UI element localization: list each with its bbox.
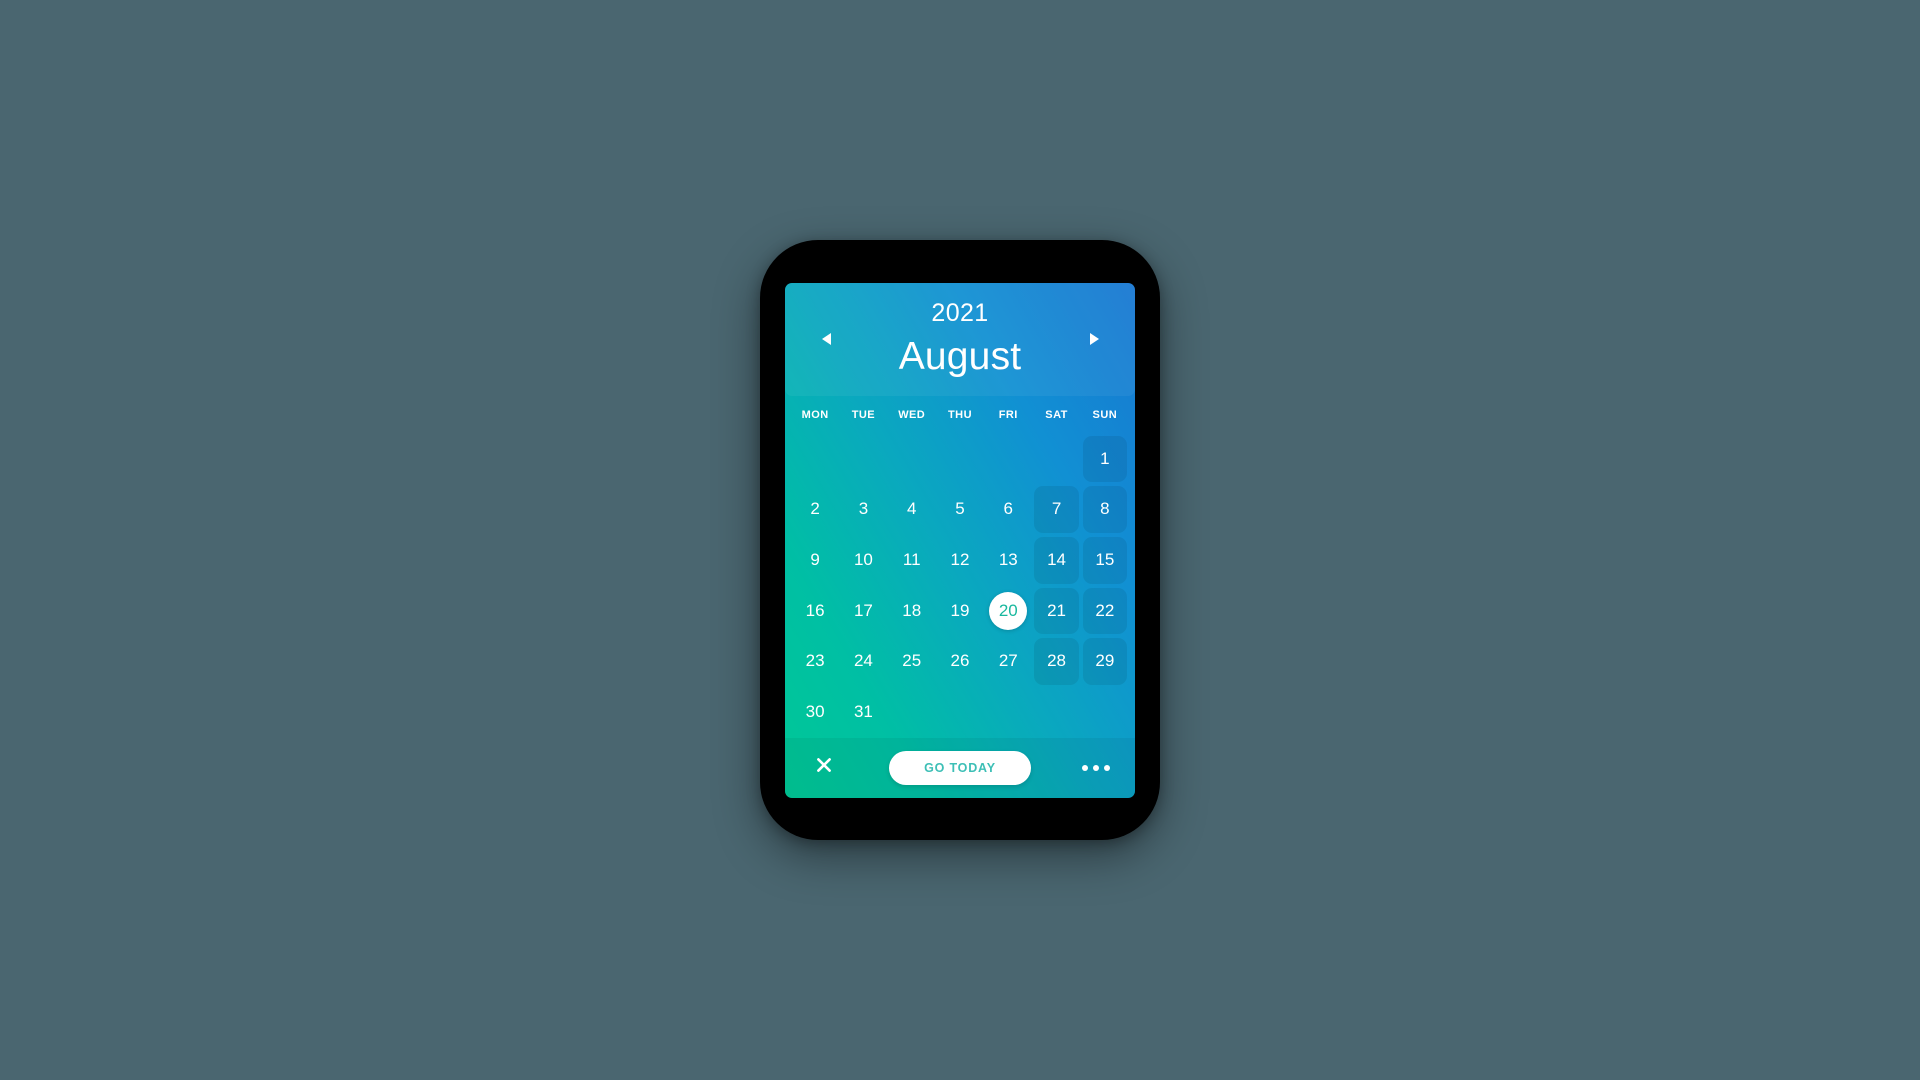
day-number: 21: [1047, 600, 1067, 620]
day-number: 12: [950, 550, 970, 570]
day-number: 8: [1100, 499, 1110, 519]
day-cell[interactable]: 12: [936, 535, 984, 586]
day-cell-empty: [791, 434, 839, 485]
day-number: 6: [1003, 499, 1014, 519]
day-cell[interactable]: 11: [888, 535, 936, 586]
device-frame: 2021 August MON TUE WED THU FRI SAT SUN 123456…: [760, 240, 1160, 840]
triangle-right-icon: [1089, 332, 1100, 346]
day-number: 20: [989, 591, 1028, 630]
day-number: 13: [998, 550, 1018, 570]
day-cell[interactable]: 1: [1081, 434, 1129, 485]
day-number: 27: [998, 651, 1018, 671]
calendar-card: 2021 August MON TUE WED THU FRI SAT SUN 123456…: [785, 282, 1135, 798]
day-cell[interactable]: 18: [888, 586, 936, 637]
day-cell-empty: [888, 434, 936, 485]
day-number: 22: [1095, 600, 1115, 620]
day-number: 7: [1051, 499, 1062, 519]
close-button[interactable]: [807, 751, 841, 785]
day-number: 31: [853, 702, 873, 722]
day-number: 14: [1047, 550, 1067, 570]
weekday-label-sun: SUN: [1092, 408, 1118, 421]
more-horizontal-icon: [1082, 764, 1110, 771]
day-cell[interactable]: 10: [839, 535, 887, 586]
year-label: 2021: [931, 298, 989, 327]
header-titles: 2021 August: [898, 298, 1022, 378]
day-cell[interactable]: 21: [1032, 586, 1080, 637]
day-cell[interactable]: 29: [1081, 636, 1129, 687]
day-number: 30: [805, 702, 825, 722]
day-cell[interactable]: 6: [984, 484, 1032, 535]
day-number: 17: [853, 600, 873, 620]
more-options-button[interactable]: [1079, 751, 1113, 785]
day-cell[interactable]: 5: [936, 484, 984, 535]
day-cell[interactable]: 8: [1081, 484, 1129, 535]
day-cell[interactable]: 22: [1081, 586, 1129, 637]
day-cell-empty: [984, 434, 1032, 485]
day-grid: 1 2 3 4 5 6 7 8 9 10 11 12 13 14 15 16 17 18 19 20 21 22 23 24 2…: [785, 434, 1135, 738]
month-label: August: [898, 334, 1022, 378]
day-cell[interactable]: 7: [1032, 484, 1080, 535]
day-number: 15: [1095, 550, 1115, 570]
day-cell[interactable]: 23: [791, 636, 839, 687]
day-number: 24: [853, 651, 873, 671]
weekday-label-fri: FRI: [998, 408, 1018, 421]
day-number: 16: [805, 600, 825, 620]
day-cell[interactable]: 9: [791, 535, 839, 586]
calendar-footer: GO TODAY: [785, 737, 1135, 798]
day-number: 25: [902, 651, 922, 671]
day-cell-empty: [936, 434, 984, 485]
day-number: 4: [906, 499, 917, 519]
weekday-header-row: MON TUE WED THU FRI SAT SUN: [785, 396, 1135, 434]
day-cell[interactable]: 2: [791, 484, 839, 535]
weekday-label-tue: TUE: [851, 408, 876, 421]
day-number: 3: [858, 499, 869, 519]
day-number: 11: [902, 550, 921, 570]
day-number: 5: [955, 499, 965, 519]
day-number: 2: [810, 499, 820, 519]
day-cell[interactable]: 31: [839, 687, 887, 738]
day-number: 28: [1047, 651, 1067, 671]
day-cell[interactable]: 4: [888, 484, 936, 535]
weekday-label-wed: WED: [898, 408, 926, 421]
close-icon: [816, 757, 832, 778]
triangle-left-icon: [821, 332, 832, 346]
day-number: 23: [805, 651, 825, 671]
day-number: 19: [950, 600, 970, 620]
day-cell[interactable]: 30: [791, 687, 839, 738]
day-number: 29: [1095, 651, 1115, 671]
day-cell[interactable]: 28: [1032, 636, 1080, 687]
calendar-header: 2021 August: [785, 282, 1135, 396]
day-cell[interactable]: 24: [839, 636, 887, 687]
day-cell[interactable]: 17: [839, 586, 887, 637]
day-number: 9: [810, 550, 820, 570]
next-month-button[interactable]: [1079, 324, 1109, 354]
day-cell[interactable]: 27: [984, 636, 1032, 687]
day-number: 18: [902, 600, 922, 620]
day-number: 1: [1100, 448, 1110, 468]
day-cell-empty: [1032, 434, 1080, 485]
day-cell-empty: [839, 434, 887, 485]
day-number: 26: [950, 651, 970, 671]
day-cell[interactable]: 16: [791, 586, 839, 637]
day-cell[interactable]: 26: [936, 636, 984, 687]
weekday-label-sat: SAT: [1045, 408, 1068, 421]
day-cell-selected[interactable]: 20: [984, 586, 1032, 637]
weekday-label-mon: MON: [801, 408, 829, 421]
day-cell[interactable]: 3: [839, 484, 887, 535]
day-cell[interactable]: 25: [888, 636, 936, 687]
previous-month-button[interactable]: [811, 324, 841, 354]
day-cell[interactable]: 19: [936, 586, 984, 637]
weekday-label-thu: THU: [948, 408, 972, 421]
go-today-button[interactable]: GO TODAY: [889, 750, 1031, 785]
day-cell[interactable]: 13: [984, 535, 1032, 586]
day-number: 10: [853, 550, 873, 570]
day-cell[interactable]: 15: [1081, 535, 1129, 586]
day-cell[interactable]: 14: [1032, 535, 1080, 586]
